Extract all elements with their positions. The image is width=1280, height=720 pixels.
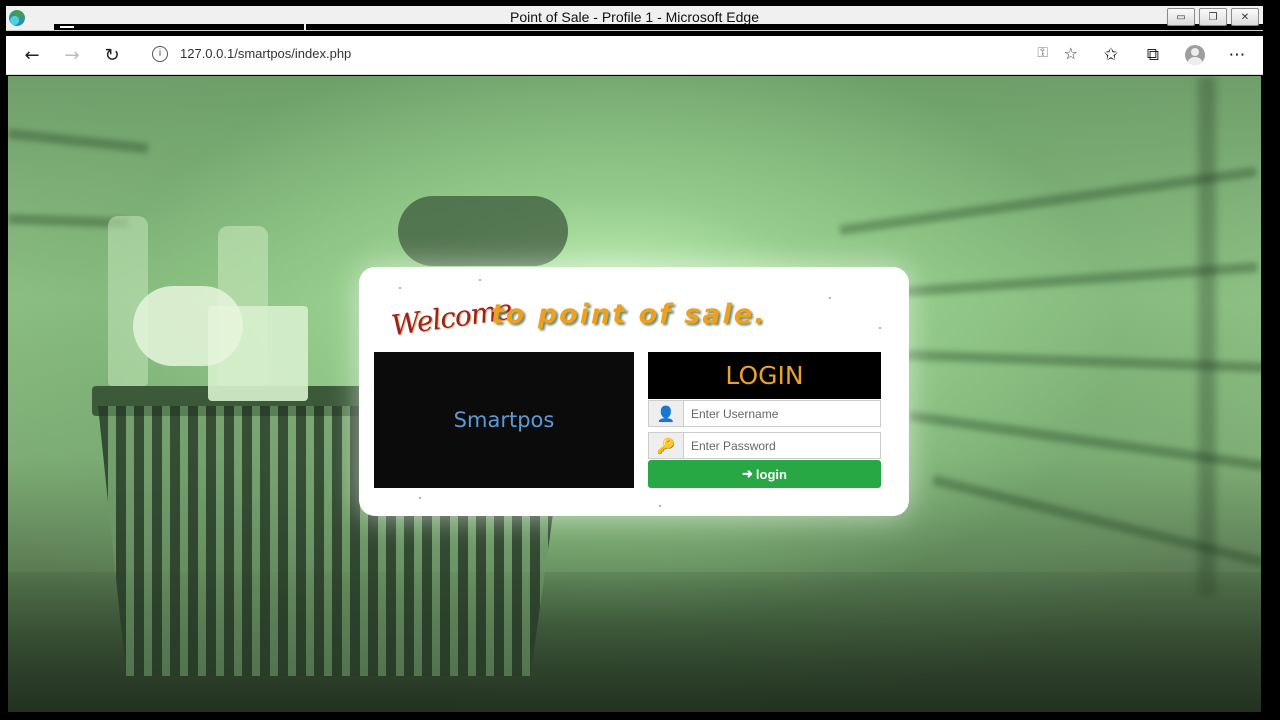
login-heading: LOGIN <box>725 361 804 390</box>
minimize-icon[interactable]: ▭ <box>1167 8 1195 26</box>
produce-image <box>398 196 568 266</box>
close-icon[interactable]: ✕ <box>1231 8 1259 26</box>
url-text[interactable]: 127.0.0.1/smartpos/index.php <box>180 46 351 61</box>
more-icon[interactable]: ⋯ <box>1225 43 1249 67</box>
avatar-icon <box>1185 45 1205 65</box>
shelf-decoration <box>839 166 1257 236</box>
login-card: Welcome to point of sale. Smartpos LOGIN… <box>359 267 909 516</box>
refresh-icon[interactable]: ↻ <box>100 43 124 67</box>
browser-window: Point of Sale - Profile 1 - Microsoft Ed… <box>6 6 1266 714</box>
username-field-group: 👤 <box>648 400 881 427</box>
window-controls: ▭ ❐ ✕ <box>1167 8 1259 26</box>
shelf-decoration <box>1198 76 1216 596</box>
address-bar: ← → ↻ i 127.0.0.1/smartpos/index.php ⚿ ☆… <box>6 36 1263 75</box>
window-title: Point of Sale - Profile 1 - Microsoft Ed… <box>510 9 759 25</box>
password-field-group: 🔑 <box>648 432 881 459</box>
bread-image <box>133 286 243 366</box>
key-icon: 🔑 <box>648 432 684 459</box>
brand-name: Smartpos <box>453 408 555 432</box>
toolbar-icons: ✩ ⧉ ⋯ <box>1099 43 1249 67</box>
key-icon[interactable]: ⚿ <box>1037 45 1048 61</box>
title-bar: Point of Sale - Profile 1 - Microsoft Ed… <box>6 6 1266 31</box>
favorites-icon[interactable]: ✩ <box>1099 43 1123 67</box>
back-icon[interactable]: ← <box>20 43 44 67</box>
tagline-text: to point of sale. <box>491 299 767 330</box>
collections-icon[interactable]: ⧉ <box>1141 43 1165 67</box>
brand-panel: Smartpos <box>374 352 634 488</box>
login-heading-box: LOGIN <box>648 352 881 399</box>
login-button[interactable]: ➜ login <box>648 460 881 488</box>
username-input[interactable] <box>684 400 881 427</box>
sign-in-icon: ➜ <box>742 466 753 481</box>
user-icon: 👤 <box>648 400 684 427</box>
restore-icon[interactable]: ❐ <box>1199 8 1227 26</box>
login-button-label: login <box>755 466 787 482</box>
profile-button[interactable] <box>1183 43 1207 67</box>
password-input[interactable] <box>684 432 881 459</box>
add-favorite-icon[interactable]: ☆ <box>1064 44 1078 63</box>
forward-icon[interactable]: → <box>60 43 84 67</box>
site-info-icon[interactable]: i <box>152 46 168 62</box>
shelf-decoration <box>8 128 149 154</box>
url-field[interactable]: i 127.0.0.1/smartpos/index.php ⚿ ☆ <box>140 40 1088 70</box>
page-background: Welcome to point of sale. Smartpos LOGIN… <box>8 76 1261 712</box>
